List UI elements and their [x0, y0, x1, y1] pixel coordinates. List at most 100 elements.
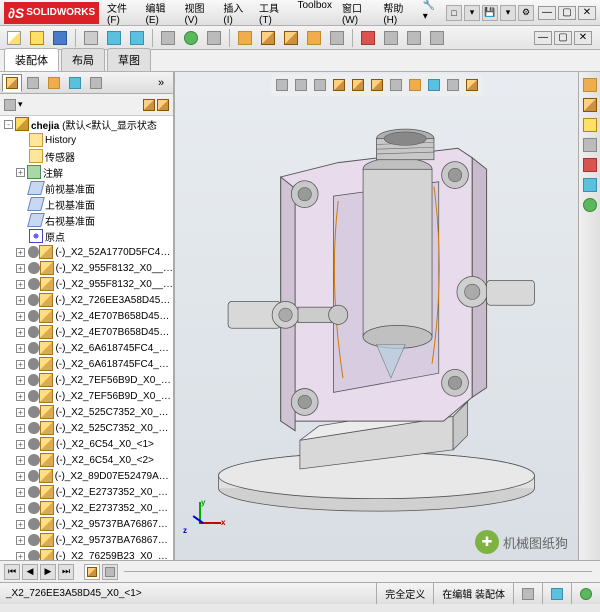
expand-icon[interactable]: +: [16, 472, 25, 481]
task-explorer-btn[interactable]: [581, 116, 599, 134]
status-units-btn[interactable]: [513, 583, 542, 604]
tree-item[interactable]: +(-)_X2_726EE3A58D45_X0: [0, 292, 173, 308]
new-doc-btn[interactable]: [4, 28, 24, 48]
display-style-btn[interactable]: [368, 76, 386, 94]
expand-icon[interactable]: +: [16, 488, 25, 497]
menu-insert[interactable]: 插入(I): [219, 0, 253, 28]
sheet-next-btn[interactable]: ▶: [40, 564, 56, 580]
panel-expand-btn[interactable]: »: [151, 74, 171, 92]
tree-item[interactable]: +(-)_X2_955F8132_X0__X2: [0, 260, 173, 276]
print-btn[interactable]: [81, 28, 101, 48]
menu-toolbox[interactable]: Toolbox: [294, 0, 336, 28]
expand-icon[interactable]: +: [16, 456, 25, 465]
ribbon-tab-assembly[interactable]: 装配体: [4, 48, 59, 71]
save-doc-btn[interactable]: [50, 28, 70, 48]
save-btn[interactable]: 💾: [482, 5, 498, 21]
view-triad[interactable]: y x z: [181, 502, 221, 542]
tree-item[interactable]: +(-)_X2_76259B23_X0__X2: [0, 548, 173, 560]
tree-item[interactable]: +(-)_X2_E2737352_X0__<2: [0, 500, 173, 516]
tree-item[interactable]: History: [0, 132, 173, 148]
menu-tools[interactable]: 工具(T): [255, 0, 291, 28]
ribbon-tab-sketch[interactable]: 草图: [107, 48, 151, 71]
tree-item[interactable]: +(-)_X2_95737BA76867_X0: [0, 532, 173, 548]
tree-item[interactable]: +(-)_X2_7EF56B9D_X0__T0: [0, 372, 173, 388]
tree-item[interactable]: -chejia (默认<默认_显示状态: [0, 116, 173, 132]
doc-max-btn[interactable]: ▢: [554, 31, 572, 45]
tree-item[interactable]: 传感器: [0, 148, 173, 164]
expand-icon[interactable]: +: [16, 296, 25, 305]
feature-tree[interactable]: -chejia (默认<默认_显示状态History传感器+注解前视基准面上视基…: [0, 116, 173, 560]
zoom-area-btn[interactable]: [292, 76, 310, 94]
model-tab-icon[interactable]: [84, 564, 100, 580]
expand-icon[interactable]: +: [16, 392, 25, 401]
scene-btn[interactable]: [425, 76, 443, 94]
expand-icon[interactable]: +: [16, 168, 25, 177]
display-pane-icon[interactable]: [143, 99, 155, 111]
filter-icon[interactable]: [4, 99, 16, 111]
options-btn2[interactable]: [235, 28, 255, 48]
rebuild-btn2[interactable]: [181, 28, 201, 48]
sheet-prev-btn[interactable]: ◀: [22, 564, 38, 580]
expand-icon[interactable]: +: [16, 536, 25, 545]
hide-show-btn[interactable]: [387, 76, 405, 94]
expand-icon[interactable]: +: [16, 520, 25, 529]
menu-help[interactable]: 帮助(H): [379, 0, 416, 28]
open-btn[interactable]: ▾: [464, 5, 480, 21]
tree-item[interactable]: +(-)_X2_7EF56B9D_X0__T0: [0, 388, 173, 404]
expand-icon[interactable]: +: [16, 328, 25, 337]
appearance-btn[interactable]: [281, 28, 301, 48]
maximize-btn[interactable]: ▢: [558, 6, 576, 20]
undo-btn[interactable]: [104, 28, 124, 48]
tree-item[interactable]: +(-)_X2_525C7352_X0__A_: [0, 420, 173, 436]
close-btn[interactable]: ✕: [578, 6, 596, 20]
tree-item[interactable]: +(-)_X2_95737BA76867_X0: [0, 516, 173, 532]
config-tab[interactable]: [44, 74, 64, 92]
expand-icon[interactable]: +: [16, 408, 25, 417]
expand-icon[interactable]: +: [16, 312, 25, 321]
rebuild-btn[interactable]: ▾: [500, 5, 516, 21]
expand-icon[interactable]: +: [16, 440, 25, 449]
tree-item[interactable]: +(-)_X2_6C54_X0_<1>: [0, 436, 173, 452]
expand-icon[interactable]: +: [16, 552, 25, 561]
menu-window[interactable]: 窗口(W): [338, 0, 377, 28]
menu-view[interactable]: 视图(V): [180, 0, 217, 28]
feature-tree-tab[interactable]: [2, 74, 22, 92]
sheet-first-btn[interactable]: ⏮: [4, 564, 20, 580]
status-tags-btn[interactable]: [542, 583, 571, 604]
open-doc-btn[interactable]: [27, 28, 47, 48]
expand-icon[interactable]: +: [16, 424, 25, 433]
tb-btn-c[interactable]: [358, 28, 378, 48]
task-custom-props-btn[interactable]: [581, 176, 599, 194]
sheet-last-btn[interactable]: ⏭: [58, 564, 74, 580]
doc-min-btn[interactable]: —: [534, 31, 552, 45]
new-btn[interactable]: □: [446, 5, 462, 21]
view-orient-btn[interactable]: [349, 76, 367, 94]
tree-item[interactable]: +(-)_X2_6C54_X0_<2>: [0, 452, 173, 468]
tree-item[interactable]: +(-)_X2_4E707B658D45_X0: [0, 324, 173, 340]
tree-item[interactable]: +(-)_X2_955F8132_X0__X2: [0, 276, 173, 292]
minimize-btn[interactable]: —: [538, 6, 556, 20]
tb-btn-a[interactable]: [304, 28, 324, 48]
display-tab[interactable]: [86, 74, 106, 92]
tree-item[interactable]: 原点: [0, 228, 173, 244]
select-btn[interactable]: [158, 28, 178, 48]
menu-dropdown-icon[interactable]: 🔧▾: [419, 0, 442, 28]
tree-item[interactable]: +(-)_X2_525C7352_X0_<1>: [0, 404, 173, 420]
tree-item[interactable]: +(-)_X2_4E707B658D45_X0: [0, 308, 173, 324]
tree-item[interactable]: +(-)_X2_6A618745FC4_X0_: [0, 356, 173, 372]
filter-btn[interactable]: [204, 28, 224, 48]
tb-btn-d[interactable]: [381, 28, 401, 48]
doc-close-btn[interactable]: ✕: [574, 31, 592, 45]
task-view-palette-btn[interactable]: [581, 136, 599, 154]
materials-btn[interactable]: [258, 28, 278, 48]
menu-edit[interactable]: 编辑(E): [141, 0, 178, 28]
prev-view-btn[interactable]: [311, 76, 329, 94]
task-resources-btn[interactable]: [581, 76, 599, 94]
task-design-lib-btn[interactable]: [581, 96, 599, 114]
tree-item[interactable]: +(-)_X2_89D07E52479A7802: [0, 468, 173, 484]
filter-arrow-icon[interactable]: ▾: [18, 99, 23, 110]
tree-item[interactable]: 右视基准面: [0, 212, 173, 228]
expand-icon[interactable]: +: [16, 280, 25, 289]
expand-icon[interactable]: +: [16, 504, 25, 513]
expand-icon[interactable]: +: [16, 248, 25, 257]
